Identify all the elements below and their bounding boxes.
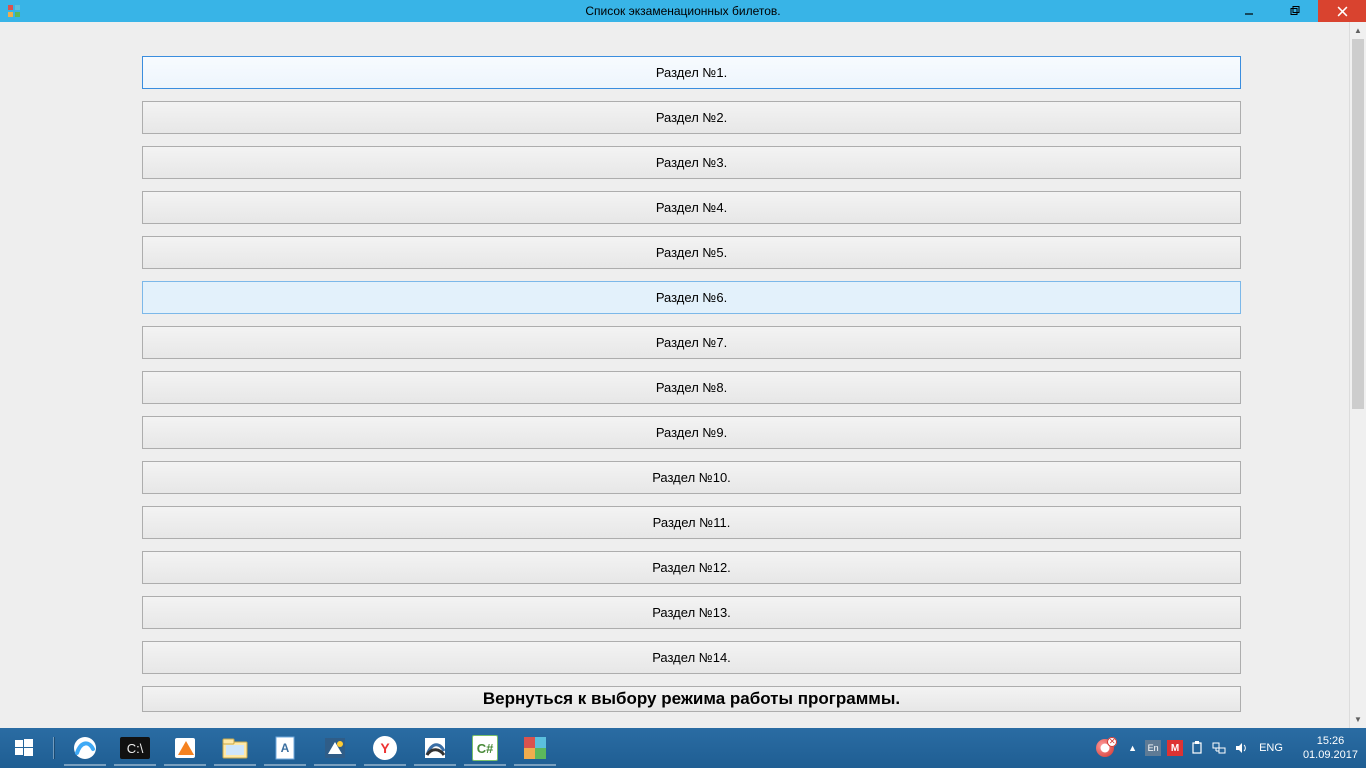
section-button-10[interactable]: Раздел №10. xyxy=(142,461,1241,494)
section-button-14[interactable]: Раздел №14. xyxy=(142,641,1241,674)
section-button-label: Раздел №12. xyxy=(652,560,731,575)
section-button-label: Раздел №5. xyxy=(656,245,727,260)
paint-icon xyxy=(322,735,348,761)
device-tray-icon[interactable] xyxy=(1189,740,1205,756)
minimize-button[interactable] xyxy=(1226,0,1272,22)
globe-swirl-icon xyxy=(72,735,98,761)
section-button-label: Раздел №8. xyxy=(656,380,727,395)
foxit-icon xyxy=(172,735,198,761)
action-center-alert-icon[interactable]: ✕ xyxy=(1096,739,1114,757)
file-explorer-icon xyxy=(222,735,248,761)
task-app-6[interactable] xyxy=(310,728,360,768)
winforms-app-icon xyxy=(522,735,548,761)
ime-indicator-icon[interactable]: En xyxy=(1145,740,1161,756)
volume-tray-icon[interactable] xyxy=(1233,740,1249,756)
clock-time: 15:26 xyxy=(1303,734,1358,748)
task-app-2[interactable]: C:\ xyxy=(110,728,160,768)
section-button-label: Раздел №1. xyxy=(656,65,727,80)
section-button-12[interactable]: Раздел №12. xyxy=(142,551,1241,584)
taskbar-clock[interactable]: 15:26 01.09.2017 xyxy=(1295,728,1366,768)
section-button-1[interactable]: Раздел №1. xyxy=(142,56,1241,89)
text-editor-icon: A xyxy=(272,735,298,761)
section-button-label: Раздел №4. xyxy=(656,200,727,215)
taskbar-divider xyxy=(48,728,60,768)
section-button-label: Раздел №7. xyxy=(656,335,727,350)
section-button-label: Раздел №9. xyxy=(656,425,727,440)
section-button-2[interactable]: Раздел №2. xyxy=(142,101,1241,134)
terminal-icon: C:\ xyxy=(120,737,150,759)
section-button-4[interactable]: Раздел №4. xyxy=(142,191,1241,224)
maximize-button[interactable] xyxy=(1272,0,1318,22)
yandex-browser-icon: Y xyxy=(372,735,398,761)
openoffice-icon xyxy=(422,735,448,761)
language-indicator[interactable]: ENG xyxy=(1255,742,1287,754)
client-area: Раздел №1. Раздел №2. Раздел №3. Раздел №4.… xyxy=(0,22,1366,728)
taskbar: C:\ A Y C# xyxy=(0,728,1366,768)
task-app-9[interactable]: C# xyxy=(460,728,510,768)
section-button-label: Раздел №14. xyxy=(652,650,731,665)
task-app-4[interactable] xyxy=(210,728,260,768)
svg-text:A: A xyxy=(281,741,290,755)
task-app-1[interactable] xyxy=(60,728,110,768)
section-button-label: Раздел №13. xyxy=(652,605,731,620)
scroll-down-arrow-icon[interactable]: ▼ xyxy=(1350,711,1366,728)
window-title: Список экзаменационных билетов. xyxy=(585,4,780,18)
section-button-6[interactable]: Раздел №6. xyxy=(142,281,1241,314)
content-scroll-area: Раздел №1. Раздел №2. Раздел №3. Раздел №4.… xyxy=(0,22,1349,728)
section-button-13[interactable]: Раздел №13. xyxy=(142,596,1241,629)
vertical-scrollbar[interactable]: ▲ ▼ xyxy=(1349,22,1366,728)
close-button[interactable] xyxy=(1318,0,1366,22)
task-app-5[interactable]: A xyxy=(260,728,310,768)
clock-date: 01.09.2017 xyxy=(1303,748,1358,762)
section-button-label: Раздел №2. xyxy=(656,110,727,125)
network-tray-icon[interactable] xyxy=(1211,740,1227,756)
task-app-7[interactable]: Y xyxy=(360,728,410,768)
section-button-7[interactable]: Раздел №7. xyxy=(142,326,1241,359)
mega-tray-icon[interactable]: M xyxy=(1167,740,1183,756)
scroll-up-arrow-icon[interactable]: ▲ xyxy=(1350,22,1366,39)
app-icon xyxy=(6,3,22,19)
return-button-label: Вернуться к выбору режима работы програм… xyxy=(483,689,900,709)
section-button-label: Раздел №6. xyxy=(656,290,727,305)
window-titlebar: Список экзаменационных билетов. xyxy=(0,0,1366,22)
section-button-11[interactable]: Раздел №11. xyxy=(142,506,1241,539)
section-button-label: Раздел №3. xyxy=(656,155,727,170)
scroll-track[interactable] xyxy=(1350,39,1366,711)
start-button[interactable] xyxy=(0,728,48,768)
section-button-5[interactable]: Раздел №5. xyxy=(142,236,1241,269)
task-app-8[interactable] xyxy=(410,728,460,768)
section-button-9[interactable]: Раздел №9. xyxy=(142,416,1241,449)
section-button-label: Раздел №11. xyxy=(653,515,731,530)
tray-overflow-icon[interactable]: ▲ xyxy=(1126,743,1139,753)
section-button-3[interactable]: Раздел №3. xyxy=(142,146,1241,179)
window-controls xyxy=(1226,0,1366,22)
return-button[interactable]: Вернуться к выбору режима работы програм… xyxy=(142,686,1241,712)
scroll-thumb[interactable] xyxy=(1352,39,1364,409)
svg-text:Y: Y xyxy=(380,740,390,756)
taskbar-spacer xyxy=(560,728,1088,768)
system-tray: ✕ ▲ En M ENG xyxy=(1088,728,1295,768)
section-button-label: Раздел №10. xyxy=(652,470,731,485)
task-app-3[interactable] xyxy=(160,728,210,768)
section-button-8[interactable]: Раздел №8. xyxy=(142,371,1241,404)
task-app-10[interactable] xyxy=(510,728,560,768)
csharp-icon: C# xyxy=(472,735,498,761)
